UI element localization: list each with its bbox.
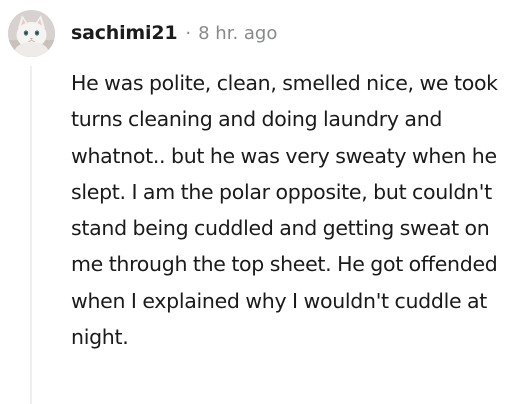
meta-separator: ·: [185, 22, 192, 44]
comment-body: He was polite, clean, smelled nice, we t…: [71, 71, 498, 350]
comment-author[interactable]: sachimi21: [71, 22, 178, 44]
user-avatar[interactable]: [8, 10, 55, 57]
comment-timestamp[interactable]: 8 hr. ago: [198, 23, 277, 44]
comment: sachimi21 · 8 hr. ago He was polite, cle…: [0, 0, 511, 404]
comment-header: sachimi21 · 8 hr. ago: [71, 19, 277, 47]
white-cat-avatar-icon: [8, 10, 55, 57]
thread-line[interactable]: [30, 66, 32, 404]
